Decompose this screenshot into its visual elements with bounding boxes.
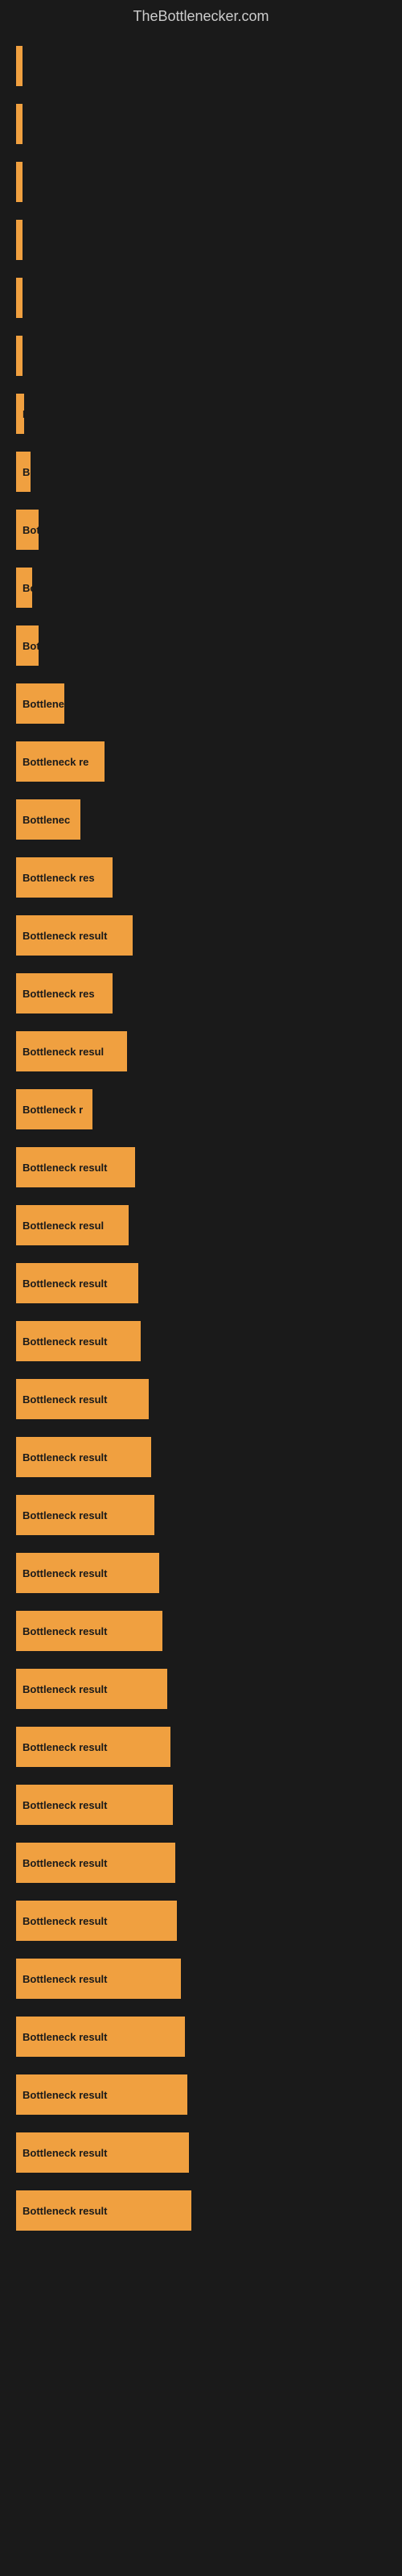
bar: | <box>16 46 23 86</box>
bar-row: Bottleneck result <box>16 906 386 964</box>
bar: Bottleneck result <box>16 2190 191 2231</box>
bar: Bottleneck result <box>16 1611 162 1651</box>
bar: | <box>16 104 23 144</box>
bar-row: Bottleneck result <box>16 1486 386 1544</box>
bar-row: B <box>16 385 386 443</box>
bar: R <box>16 162 23 202</box>
bar-row: Bottleneck result <box>16 1428 386 1486</box>
bars-container: ||R||RBBoBotBoBotBottleneBottleneck reBo… <box>16 29 386 2248</box>
bar: Bottleneck result <box>16 1437 151 1477</box>
bar-row: Bottleneck result <box>16 1834 386 1892</box>
bar: Bottleneck result <box>16 1263 138 1303</box>
bar: Bottleneck result <box>16 1669 167 1709</box>
bar: Bottleneck result <box>16 1147 135 1187</box>
bar-row: | <box>16 95 386 153</box>
bar-row: | <box>16 211 386 269</box>
bar-row: Bottleneck result <box>16 1254 386 1312</box>
bar: Bo <box>16 568 32 608</box>
bar-row: Bottleneck r <box>16 1080 386 1138</box>
bar-row: Bottleneck result <box>16 1950 386 2008</box>
bar-row: R <box>16 327 386 385</box>
bar: Bottleneck res <box>16 857 113 898</box>
bar-row: Bottleneck res <box>16 848 386 906</box>
bar-row: Bottleneck result <box>16 1544 386 1602</box>
bar-row: Bottleneck re <box>16 733 386 791</box>
bar: B <box>16 394 24 434</box>
bar-row: Bottleneck res <box>16 964 386 1022</box>
bar: Bot <box>16 510 39 550</box>
bar-row: Bottleneck result <box>16 1718 386 1776</box>
bar: Bottleneck result <box>16 1785 173 1825</box>
bar-row: Bot <box>16 501 386 559</box>
bar: Bottleneck result <box>16 2017 185 2057</box>
bar: Bottlene <box>16 683 64 724</box>
bar-row: Bottleneck result <box>16 1370 386 1428</box>
bar: Bottleneck resul <box>16 1205 129 1245</box>
bar: Bottleneck resul <box>16 1031 127 1071</box>
bar-row: | <box>16 37 386 95</box>
bar: Bottleneck result <box>16 1495 154 1535</box>
site-title: TheBottlenecker.com <box>0 0 402 29</box>
bar-row: Bottleneck result <box>16 1138 386 1196</box>
bar: Bottleneck res <box>16 973 113 1013</box>
bar: Bo <box>16 452 31 492</box>
bar-row: Bottleneck result <box>16 2066 386 2124</box>
bar-row: Bottleneck resul <box>16 1022 386 1080</box>
bar: Bottleneck result <box>16 2132 189 2173</box>
bar-row: Bot <box>16 617 386 675</box>
bar: Bottleneck result <box>16 1901 177 1941</box>
bar-row: Bo <box>16 559 386 617</box>
bar: Bottleneck re <box>16 741 105 782</box>
bar-row: R <box>16 153 386 211</box>
bar: Bottleneck result <box>16 1553 159 1593</box>
bar: Bottleneck result <box>16 1379 149 1419</box>
bar: Bottleneck result <box>16 2074 187 2115</box>
bar: Bottleneck r <box>16 1089 92 1129</box>
bar-row: | <box>16 269 386 327</box>
bar: Bottleneck result <box>16 1959 181 1999</box>
bar-row: Bottleneck result <box>16 2124 386 2182</box>
bar: Bottleneck result <box>16 915 133 956</box>
bar-row: Bottleneck result <box>16 1312 386 1370</box>
bar-row: Bottleneck result <box>16 1776 386 1834</box>
bar-row: Bottlene <box>16 675 386 733</box>
bar: | <box>16 220 23 260</box>
bar: Bottleneck result <box>16 1321 141 1361</box>
bar: R <box>16 336 23 376</box>
bar: Bottlenec <box>16 799 80 840</box>
bar-row: Bottleneck result <box>16 1892 386 1950</box>
bar-row: Bottleneck result <box>16 2182 386 2240</box>
bar-row: Bottleneck result <box>16 2008 386 2066</box>
bar: Bottleneck result <box>16 1843 175 1883</box>
bar-row: Bottlenec <box>16 791 386 848</box>
bar: Bottleneck result <box>16 1727 170 1767</box>
bar-row: Bo <box>16 443 386 501</box>
bar-row: Bottleneck resul <box>16 1196 386 1254</box>
bar: Bot <box>16 625 39 666</box>
bar: | <box>16 278 23 318</box>
bar-row: Bottleneck result <box>16 1660 386 1718</box>
bar-row: Bottleneck result <box>16 1602 386 1660</box>
